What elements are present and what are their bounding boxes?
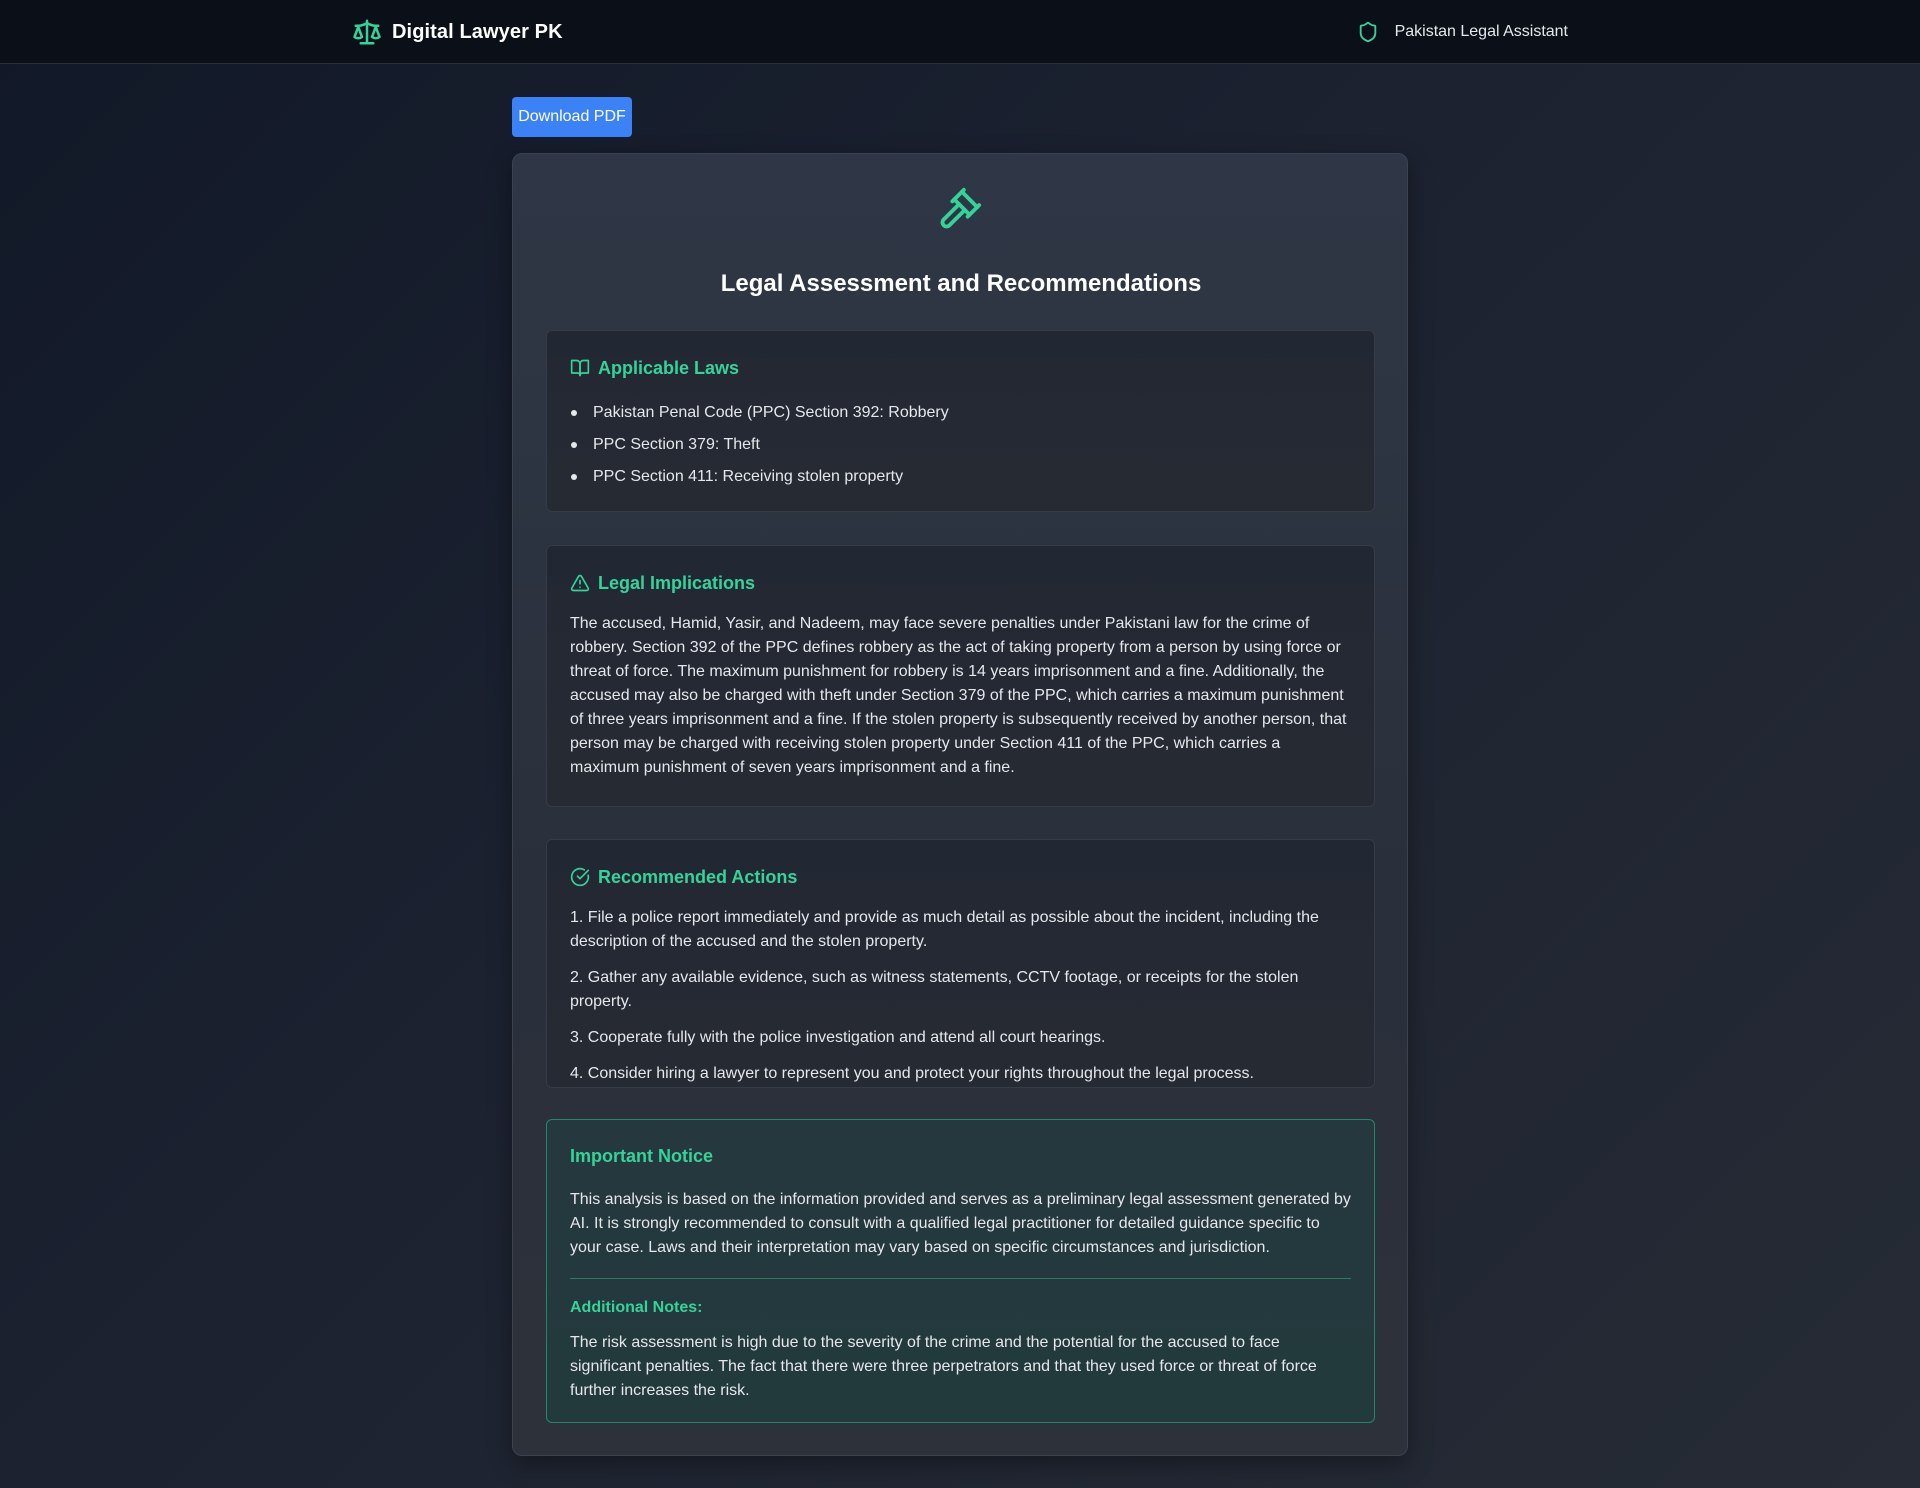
section-heading: Applicable Laws (570, 355, 1351, 381)
list-item: 3. Cooperate fully with the police inves… (570, 1029, 1106, 1046)
section-title: Recommended Actions (598, 866, 798, 887)
check-circle-icon (570, 867, 590, 887)
report-title: Legal Assessment and Recommendations (720, 270, 1202, 297)
gavel-icon (937, 186, 983, 232)
notice-title: Important Notice (570, 1146, 714, 1166)
section-title: Applicable Laws (598, 357, 740, 378)
list-item: 1. File a police report immediately and … (570, 909, 1319, 950)
scale-icon (352, 17, 382, 47)
shield-icon (1357, 20, 1379, 44)
list-item: PPC Section 379: Theft (570, 429, 1351, 461)
brand-logo-link[interactable]: Digital Lawyer PK (352, 16, 563, 48)
notice-text: This analysis is based on the informatio… (570, 1191, 1351, 1256)
section-title: Legal Implications (598, 572, 756, 593)
divider (570, 1278, 1351, 1279)
list-item: Pakistan Penal Code (PPC) Section 392: R… (570, 397, 1351, 429)
recommended-actions-section: Recommended Actions 1. File a police rep… (546, 839, 1375, 1088)
tagline-text: Pakistan Legal Assistant (1394, 23, 1568, 40)
book-open-icon (570, 358, 590, 378)
legal-implications-text: The accused, Hamid, Yasir, and Nadeem, m… (570, 615, 1347, 776)
additional-notes-label: Additional Notes: (570, 1299, 703, 1316)
section-heading: Recommended Actions (570, 864, 1351, 890)
important-notice-box: Important Notice This analysis is based … (546, 1119, 1375, 1423)
legal-assessment-card: Legal Assessment and Recommendations App… (512, 153, 1408, 1456)
list-item: PPC Section 411: Receiving stolen proper… (570, 461, 1351, 493)
header-tagline: Pakistan Legal Assistant (1357, 18, 1568, 46)
list-item: 2. Gather any available evidence, such a… (570, 969, 1299, 1010)
download-pdf-button[interactable]: Download PDF (512, 97, 632, 137)
section-heading: Legal Implications (570, 570, 1351, 596)
applicable-laws-list: Pakistan Penal Code (PPC) Section 392: R… (570, 397, 1351, 493)
additional-notes-text: The risk assessment is high due to the s… (570, 1334, 1317, 1399)
list-item: 4. Consider hiring a lawyer to represent… (570, 1065, 1254, 1082)
legal-implications-section: Legal Implications The accused, Hamid, Y… (546, 545, 1375, 807)
recommended-actions-list: 1. File a police report immediately and … (570, 906, 1351, 1086)
applicable-laws-section: Applicable Laws Pakistan Penal Code (PPC… (546, 330, 1375, 512)
brand-name: Digital Lawyer PK (392, 20, 563, 43)
top-navigation-bar: Digital Lawyer PK Pakistan Legal Assista… (0, 0, 1920, 64)
warning-triangle-icon (570, 573, 590, 593)
